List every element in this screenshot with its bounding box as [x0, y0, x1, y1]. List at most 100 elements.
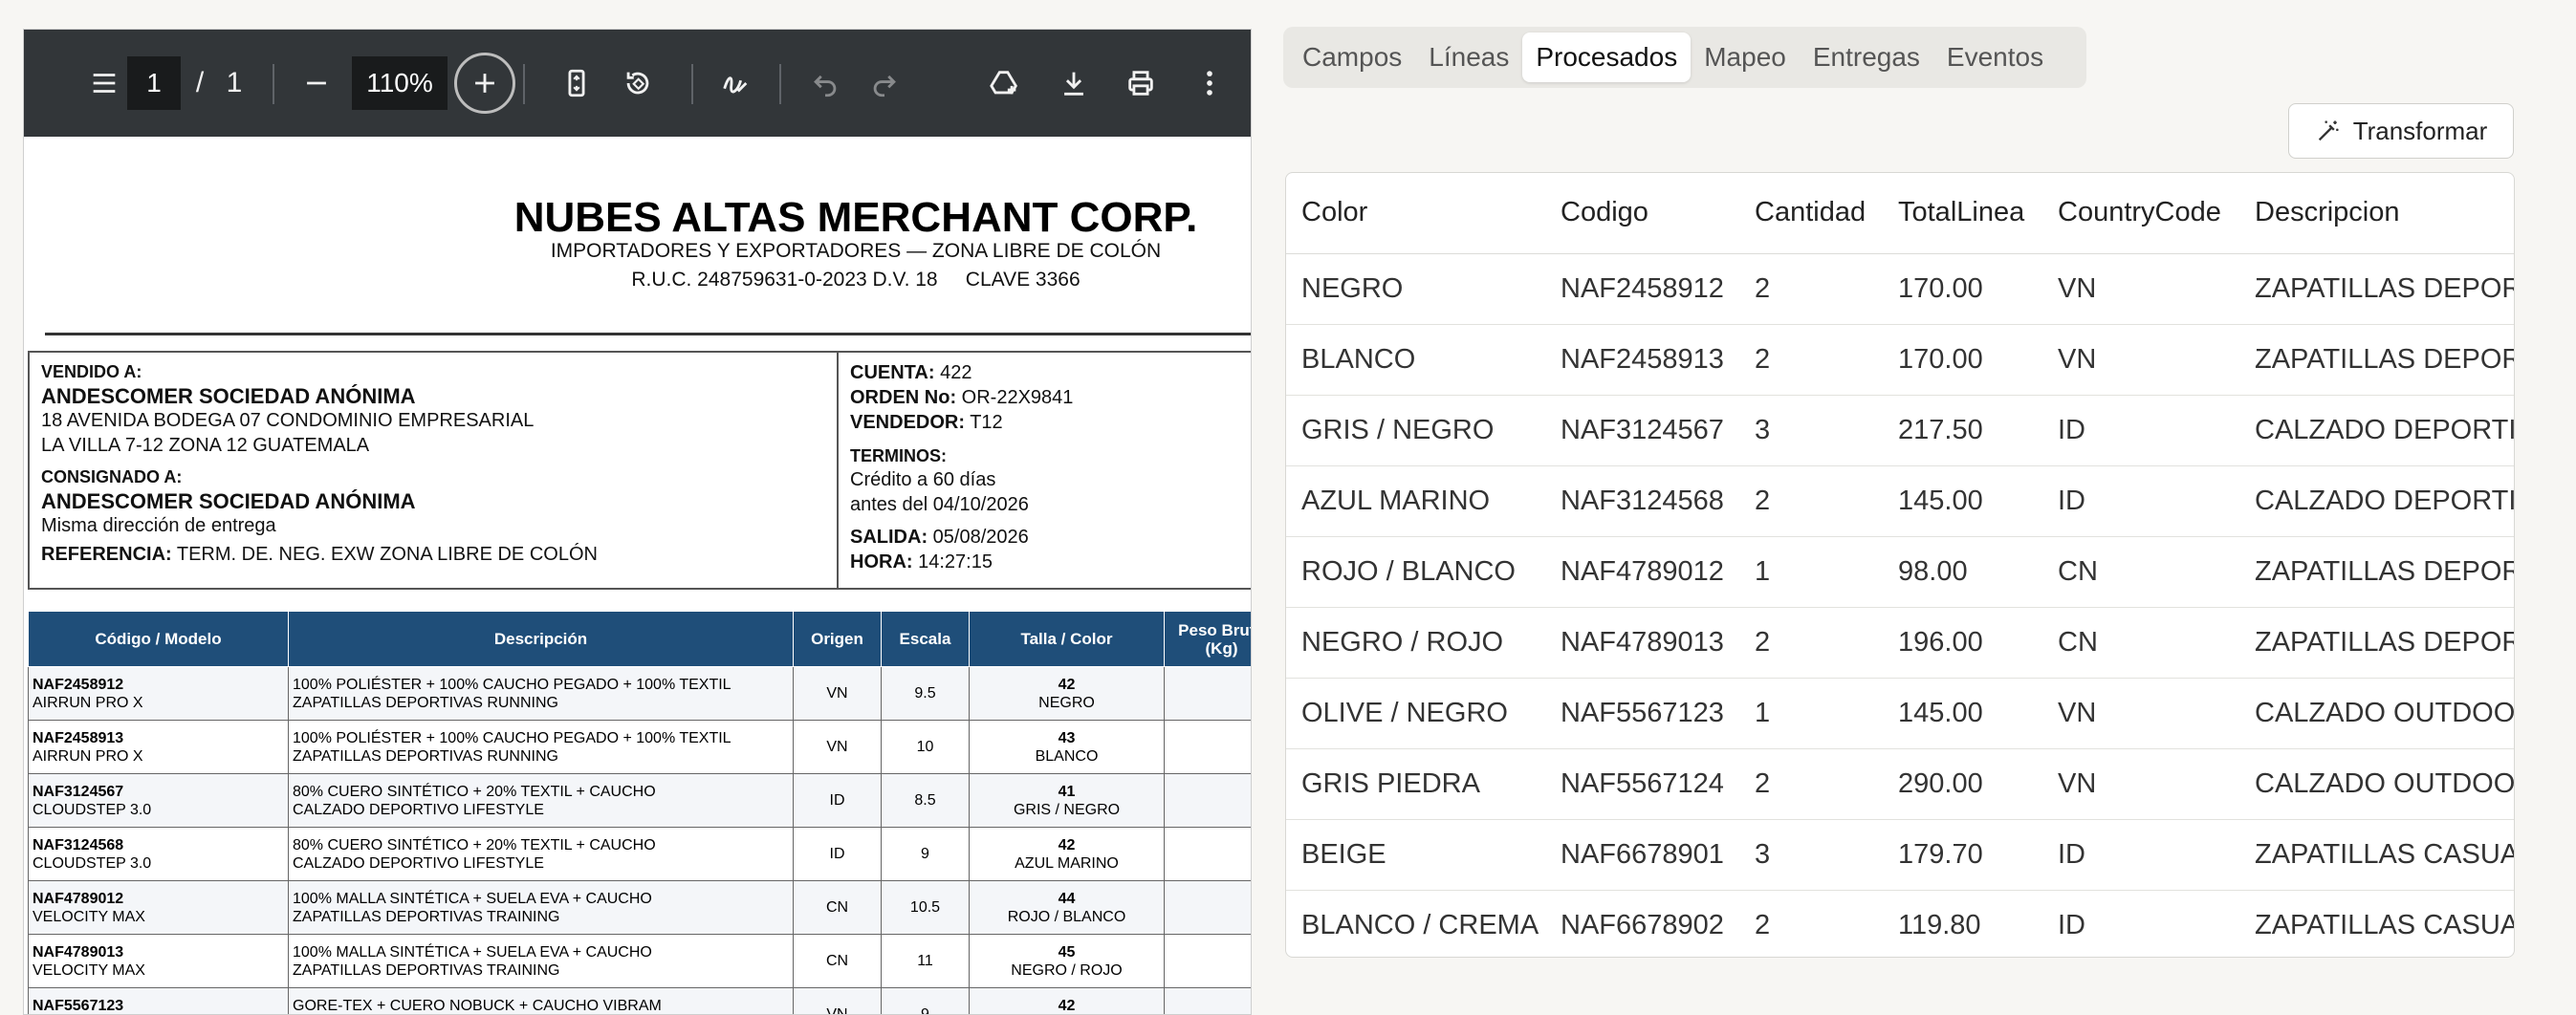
table-cell: CALZADO DEPORTIVO LIFESTYLE	[2239, 395, 2514, 466]
column-header[interactable]: Descripcion	[2239, 173, 2514, 254]
rotate-icon	[626, 72, 649, 95]
annotate-button[interactable]	[709, 56, 762, 110]
table-cell: 2	[1739, 890, 1883, 957]
zoom-out-button[interactable]	[290, 56, 343, 110]
goods-table-row: NAF5567123TRAILBLAZER GTXGORE-TEX + CUER…	[28, 987, 1251, 1014]
goods-code-cell: NAF4789013 VELOCITY MAX	[28, 934, 289, 988]
goods-size-color-cell: 44 ROJO / BLANCO	[969, 880, 1165, 935]
column-header[interactable]: TotalLinea	[1883, 173, 2042, 254]
table-cell: 1	[1739, 536, 1883, 608]
tab-campos[interactable]: Campos	[1289, 32, 1415, 82]
processed-table-container[interactable]: Color Codigo Cantidad TotalLinea CountryCode…	[1285, 172, 2515, 958]
goods-description-cell: 80% CUERO SINTÉTICO + 20% TEXTIL + CAUCH…	[288, 773, 794, 828]
toolbar-divider	[273, 64, 274, 104]
column-header[interactable]: Codigo	[1545, 173, 1739, 254]
table-cell: VN	[2042, 253, 2239, 325]
terms-label: TERMINOS:	[850, 446, 947, 465]
table-row[interactable]: ROJO / BLANCO NAF4789012 1 98.00 CN ZAPATILLA…	[1286, 536, 2514, 608]
draw-icon	[723, 76, 748, 94]
table-row[interactable]: NEGRO / ROJO NAF4789013 2 196.00 CN ZAPATILLA…	[1286, 607, 2514, 679]
save-to-drive-button[interactable]	[978, 56, 1032, 110]
hamburger-icon	[93, 74, 116, 93]
download-icon	[1064, 72, 1083, 96]
goods-table-row: NAF3124567 CLOUDSTEP 3.0 80% CUERO SINTÉTI…	[28, 773, 1251, 828]
processed-table-body: NEGRO NAF2458912 2 170.00 VN ZAPATILLAS DEPOR…	[1286, 253, 2514, 957]
goods-table-row: NAF4789013 VELOCITY MAX 100% MALLA SINTÉTI…	[28, 934, 1251, 988]
goods-desc-line-1: 100% MALLA SINTÉTICA + SUELA EVA + CAUCH…	[293, 943, 652, 961]
departure-line: SALIDA: 05/08/2026	[850, 527, 1029, 549]
redo-icon	[873, 75, 896, 97]
account-value: 422	[940, 362, 972, 383]
reference-value: TERM. DE. NEG. EXW ZONA LIBRE DE COLÓN	[176, 544, 598, 565]
transform-button[interactable]: Transformar	[2288, 103, 2514, 159]
goods-size: 41	[1058, 783, 1076, 800]
table-row[interactable]: GRIS PIEDRA NAF5567124 2 290.00 VN CALZADO OU…	[1286, 748, 2514, 820]
download-button[interactable]	[1047, 56, 1101, 110]
zoom-in-button[interactable]	[454, 53, 515, 114]
magic-wand-icon	[2318, 120, 2339, 141]
table-cell: BLANCO / CREMA	[1286, 890, 1545, 957]
page-number-input[interactable]	[127, 56, 181, 110]
seller-label: VENDEDOR:	[850, 412, 966, 433]
tab-entregas[interactable]: Entregas	[1800, 32, 1933, 82]
sold-to-label: VENDIDO A:	[41, 362, 142, 381]
time-label: HORA:	[850, 551, 913, 572]
table-row[interactable]: BLANCO NAF2458913 2 170.00 VN ZAPATILLAS DEPO…	[1286, 324, 2514, 396]
page-total: 1	[226, 67, 243, 98]
goods-weight-cell: 2.	[1164, 987, 1251, 1014]
goods-table-row: NAF4789012 VELOCITY MAX 100% MALLA SINTÉTI…	[28, 880, 1251, 935]
redo-button[interactable]	[858, 56, 911, 110]
minus-icon	[307, 81, 326, 85]
goods-color: AZUL MARINO	[1015, 854, 1119, 872]
rotate-button[interactable]	[611, 56, 665, 110]
goods-desc-line-2: ZAPATILLAS DEPORTIVAS TRAINING	[293, 908, 560, 925]
goods-size: 43	[1058, 729, 1076, 746]
goods-desc-line-1: 100% POLIÉSTER + 100% CAUCHO PEGADO + 10…	[293, 676, 731, 693]
column-header[interactable]: CountryCode	[2042, 173, 2239, 254]
table-row[interactable]: AZUL MARINO NAF3124568 2 145.00 ID CALZADO DE…	[1286, 465, 2514, 537]
table-row[interactable]: GRIS / NEGRO NAF3124567 3 217.50 ID CALZADO D…	[1286, 395, 2514, 466]
goods-code-cell: NAF2458912 AIRRUN PRO X	[28, 666, 289, 721]
tab-procesados[interactable]: Procesados	[1522, 32, 1692, 82]
table-row[interactable]: NEGRO NAF2458912 2 170.00 VN ZAPATILLAS DEPOR…	[1286, 253, 2514, 325]
fit-page-button[interactable]	[550, 56, 603, 110]
more-options-button[interactable]	[1183, 56, 1236, 110]
table-cell: ID	[2042, 395, 2239, 466]
tab-bar: Campos Líneas Procesados Mapeo Entregas Event…	[1283, 27, 2086, 88]
goods-color: BLANCO	[1035, 747, 1099, 765]
print-icon	[1128, 71, 1153, 96]
column-header[interactable]: Color	[1286, 173, 1545, 254]
tab-lineas[interactable]: Líneas	[1415, 32, 1522, 82]
tab-mapeo[interactable]: Mapeo	[1691, 32, 1800, 82]
goods-code: NAF4789012	[33, 890, 124, 907]
column-header[interactable]: Cantidad	[1739, 173, 1883, 254]
goods-model: AIRRUN PRO X	[33, 747, 143, 765]
goods-size-color-cell: 42 NEGRO	[969, 666, 1165, 721]
undo-button[interactable]	[798, 56, 852, 110]
goods-weight-cell: 1.	[1164, 773, 1251, 828]
goods-desc-line-2: CALZADO DEPORTIVO LIFESTYLE	[293, 854, 544, 872]
goods-scale-cell: 9.5	[881, 666, 970, 721]
goods-color: NEGRO	[1038, 694, 1095, 711]
goods-code-cell: NAF3124567 CLOUDSTEP 3.0	[28, 773, 289, 828]
plus-icon	[475, 74, 494, 93]
table-cell: 145.00	[1883, 678, 2042, 749]
goods-scale-cell: 11	[881, 934, 970, 988]
table-row[interactable]: BEIGE NAF6678901 3 179.70 ID ZAPATILLAS CASUA…	[1286, 819, 2514, 891]
goods-description-cell: 80% CUERO SINTÉTICO + 20% TEXTIL + CAUCH…	[288, 827, 794, 881]
goods-desc-line-2: ZAPATILLAS DEPORTIVAS TRAINING	[293, 961, 560, 979]
table-row[interactable]: BLANCO / CREMA NAF6678902 2 119.80 ID ZAPATIL…	[1286, 890, 2514, 957]
print-button[interactable]	[1114, 56, 1168, 110]
goods-size: 44	[1058, 890, 1076, 907]
seller-value: T12	[970, 412, 1003, 433]
tab-eventos[interactable]: Eventos	[1933, 32, 2057, 82]
menu-button[interactable]	[77, 56, 131, 110]
undo-icon	[814, 75, 837, 97]
table-cell: CALZADO OUTDOOR IMPERMEABLE	[2239, 678, 2514, 749]
pdf-document-area[interactable]: NUBES ALTAS MERCHANT CORP. IMPORTADORES …	[24, 137, 1251, 1014]
goods-scale-cell: 10	[881, 720, 970, 774]
zoom-input[interactable]	[352, 56, 448, 110]
table-cell: GRIS PIEDRA	[1286, 748, 1545, 820]
table-row[interactable]: OLIVE / NEGRO NAF5567123 1 145.00 VN CALZADO …	[1286, 678, 2514, 749]
goods-scale-cell: 9	[881, 987, 970, 1014]
